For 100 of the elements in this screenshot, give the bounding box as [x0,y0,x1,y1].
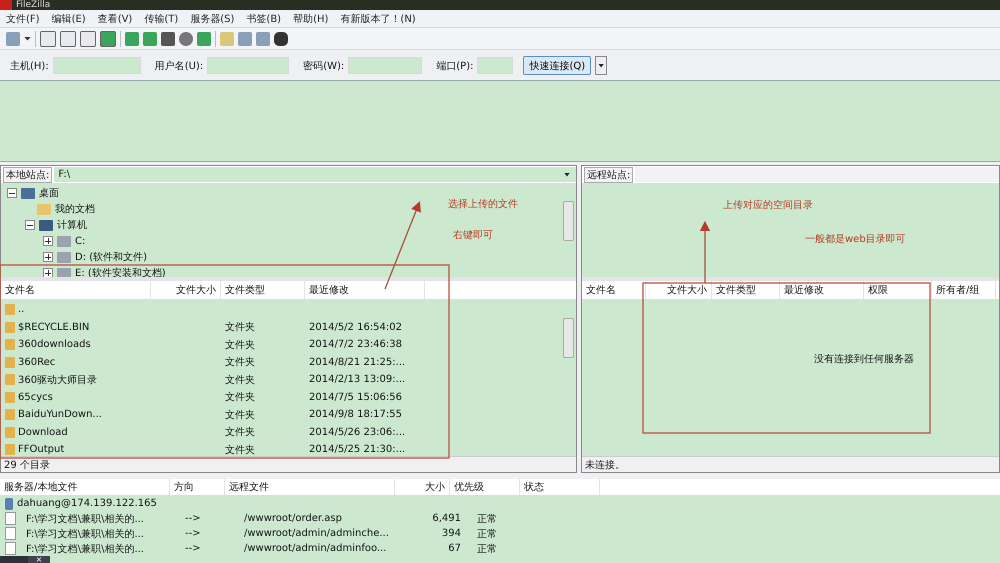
tree-item[interactable]: 计算机 [57,218,87,232]
table-cell-text: 正常 [477,528,497,540]
arrow [700,220,710,283]
table-cell-text: F:\学习文档\兼职\相关的... [26,512,144,526]
field-label: 远程站点: [584,166,634,182]
menu-item[interactable]: 服务器(S) [190,12,234,26]
column-header[interactable]: 文件类型 [221,281,305,299]
path-field[interactable]: F:\ [54,167,576,182]
tree-item[interactable]: E: (软件安装和文档) [75,266,166,277]
file-name[interactable]: 65cycs [18,392,53,403]
table-cell: 394 [442,528,461,539]
folder-icon [5,304,15,316]
column-header[interactable]: 权限 [864,281,932,299]
tree-item[interactable]: 我的文档 [55,202,95,216]
input-field[interactable] [477,57,514,74]
menu-item[interactable]: 编辑(E) [52,12,86,26]
column-header[interactable]: 文件名 [1,281,151,299]
column-header[interactable]: 大小 [395,479,450,495]
annotation-text: 上传对应的空间目录 [723,198,813,212]
scrollbar[interactable] [563,318,574,358]
folder-icon [5,444,15,456]
column-header[interactable]: 所有者/组 [932,281,996,299]
input-field[interactable] [207,57,290,74]
annotation-text: 一般都是web目录即可 [805,232,906,246]
tree-item[interactable]: C: [75,236,86,246]
menu-item[interactable]: 查看(V) [98,12,132,26]
table-cell: 文件夹 [225,374,255,386]
folder-icon [5,426,15,438]
table-cell: 2014/5/2 16:54:02 [309,322,402,333]
server-name: dahuang@174.139.122.165 [17,498,157,509]
column-header[interactable]: 远程文件 [225,479,395,495]
file-icon [5,512,16,525]
menu-item[interactable]: 书签(B) [246,12,282,26]
menu-item[interactable]: 传输(T) [144,12,178,26]
field-label: 用户名(U): [154,60,204,72]
tree-item[interactable]: 桌面 [39,186,59,200]
annotation-text: 选择上传的文件 [448,198,518,211]
field-label: 本地站点: [3,166,52,182]
file-name[interactable]: 360Rec [18,356,56,368]
table-cell-text: 正常 [477,512,497,526]
file-name[interactable]: FFOutput [18,444,64,456]
column-header[interactable]: 最近修改 [305,281,425,299]
file-name[interactable]: BaiduYunDown... [18,409,102,420]
expander-icon[interactable] [43,252,53,262]
path-field[interactable] [635,167,999,182]
quickconnect-button[interactable]: 快速连接(Q) [523,56,592,75]
table-cell: 2014/5/25 21:30:... [309,444,406,456]
folder-icon [5,339,15,350]
table-cell: --> [185,528,201,539]
table-cell: /wwwroot/admin/adminche... [244,528,389,539]
table-cell: 文件夹 [225,427,255,438]
folder-icon [5,356,15,368]
folder-icon [5,392,15,403]
file-name[interactable]: Download [18,426,68,438]
table-cell: 2014/5/26 23:06:... [309,426,406,438]
menu-item[interactable]: 帮助(H) [293,12,328,26]
file-icon [5,542,16,555]
table-cell: --> [185,513,201,524]
dropdown-button[interactable] [595,56,608,75]
column-header[interactable]: 文件大小 [646,281,712,299]
column-header[interactable]: 状态 [520,479,600,495]
status-text: 29 个目录 [4,458,50,472]
table-cell: 文件夹 [225,444,255,456]
table-cell: 文件夹 [225,322,255,334]
table-cell: 2014/9/8 18:17:55 [309,409,402,420]
table-cell: 文件夹 [225,340,255,351]
column-header[interactable]: 服务器/本地文件 [0,479,170,495]
expander-icon[interactable] [25,220,35,230]
scrollbar[interactable] [563,201,574,241]
file-name[interactable]: .. [18,304,24,316]
field-label: 端口(P): [436,60,474,72]
expander-icon[interactable] [7,188,17,198]
file-name[interactable]: 360downloads [18,339,91,350]
table-cell: 文件夹 [225,392,255,404]
column-header[interactable]: 文件类型 [712,281,780,299]
file-name[interactable]: $RECYCLE.BIN [18,322,90,333]
tree-item[interactable]: D: (软件和文件) [75,250,148,264]
menu-item[interactable]: 文件(F) [6,12,40,26]
column-header[interactable]: 文件名 [582,281,646,299]
table-cell-text: 正常 [477,542,497,556]
expander-icon[interactable] [43,268,53,277]
dropdown-icon[interactable] [24,36,31,40]
field-label: 主机(H): [10,60,49,72]
column-header[interactable]: 最近修改 [780,281,864,299]
table-cell: 文件夹 [225,410,255,421]
column-header[interactable]: 方向 [170,479,225,495]
input-field[interactable] [348,57,422,74]
field-label: 密码(W): [303,60,344,72]
table-cell: 文件夹 [225,357,255,368]
caret-icon [598,64,604,68]
table-cell: 2014/7/2 23:46:38 [309,339,402,350]
table-cell: 67 [448,543,461,554]
file-name[interactable]: 360驱动大师目录 [18,372,98,387]
menu-item[interactable]: 有新版本了！(N) [340,12,416,26]
input-field[interactable] [52,57,141,74]
table-cell: /wwwroot/admin/adminfoo... [244,543,386,554]
column-header[interactable]: 优先级 [450,479,520,495]
expander-icon[interactable] [43,236,53,246]
close-button[interactable]: × [28,556,50,563]
column-header[interactable]: 文件大小 [151,281,221,299]
